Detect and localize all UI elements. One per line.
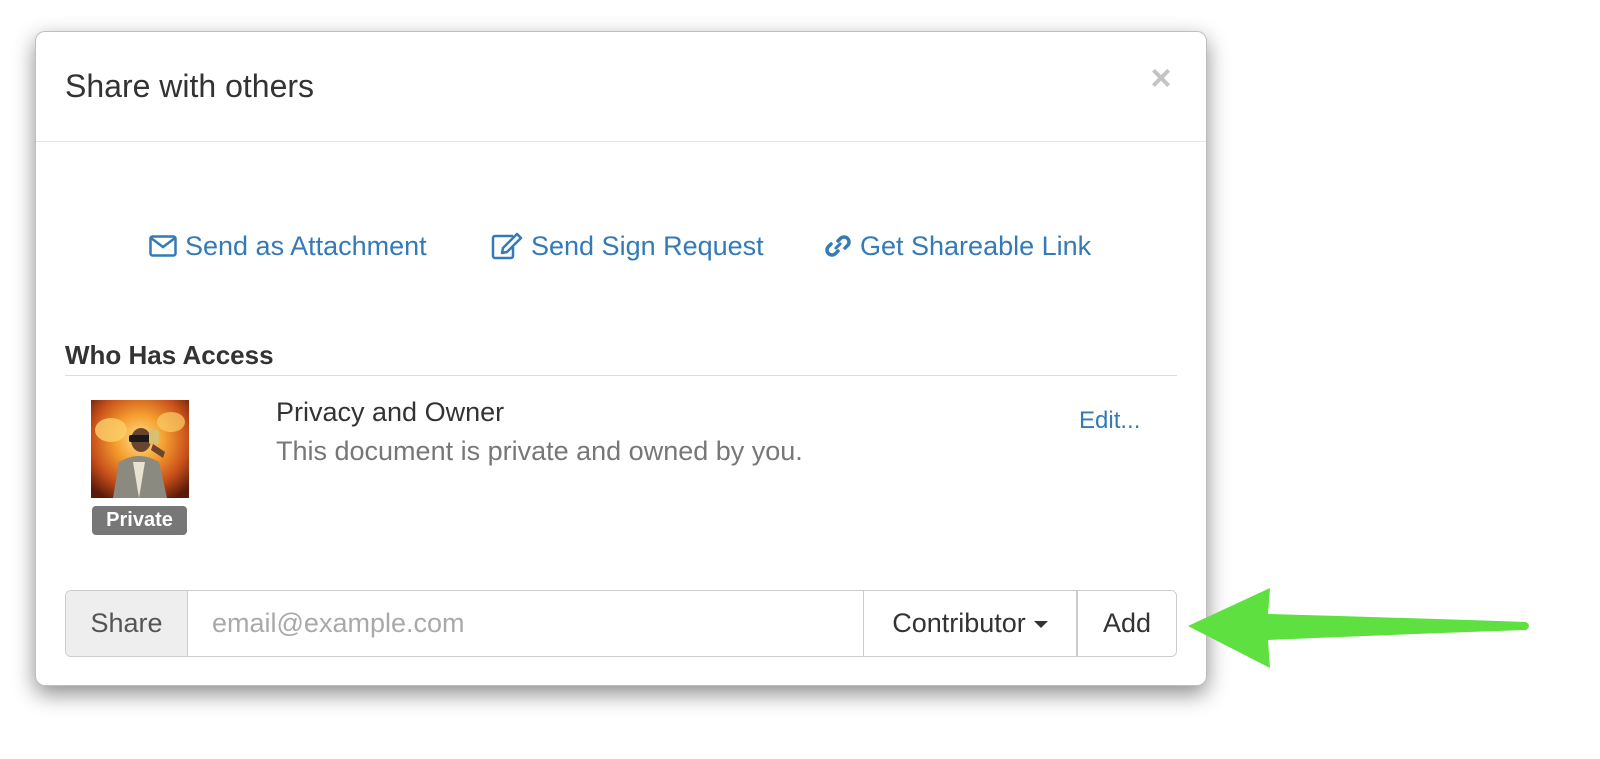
envelope-icon bbox=[149, 235, 177, 257]
avatar bbox=[91, 400, 189, 498]
email-field[interactable] bbox=[188, 591, 863, 656]
share-modal: Share with others × Send as Attachment S… bbox=[35, 31, 1207, 686]
share-actions: Send as Attachment Send Sign Request Get… bbox=[36, 226, 1206, 266]
privacy-owner-title: Privacy and Owner bbox=[276, 397, 505, 427]
send-as-attachment-label: Send as Attachment bbox=[185, 230, 427, 261]
modal-title: Share with others bbox=[65, 68, 315, 104]
share-input-group: Share Contributor Add bbox=[65, 590, 1177, 657]
green-arrow-annotation bbox=[1188, 588, 1529, 668]
who-has-access-heading: Who Has Access bbox=[65, 340, 274, 370]
share-addon-label: Share bbox=[66, 591, 188, 656]
link-icon bbox=[825, 235, 851, 257]
section-divider bbox=[65, 375, 1177, 376]
edit-privacy-link[interactable]: Edit... bbox=[1079, 407, 1140, 435]
get-shareable-link-label: Get Shareable Link bbox=[860, 230, 1092, 261]
get-shareable-link[interactable]: Get Shareable Link bbox=[824, 226, 1091, 266]
role-label: Contributor bbox=[892, 608, 1026, 638]
add-button[interactable]: Add bbox=[1076, 591, 1176, 656]
private-badge: Private bbox=[92, 506, 187, 535]
caret-down-icon bbox=[1033, 621, 1048, 628]
send-sign-request-link[interactable]: Send Sign Request bbox=[491, 226, 764, 266]
edit-icon bbox=[491, 232, 523, 260]
close-icon[interactable]: × bbox=[1146, 60, 1176, 96]
send-sign-request-label: Send Sign Request bbox=[531, 230, 764, 261]
modal-header: Share with others × bbox=[36, 32, 1206, 142]
privacy-description: This document is private and owned by yo… bbox=[276, 436, 803, 466]
send-as-attachment-link[interactable]: Send as Attachment bbox=[149, 226, 427, 266]
role-dropdown[interactable]: Contributor bbox=[863, 591, 1076, 656]
